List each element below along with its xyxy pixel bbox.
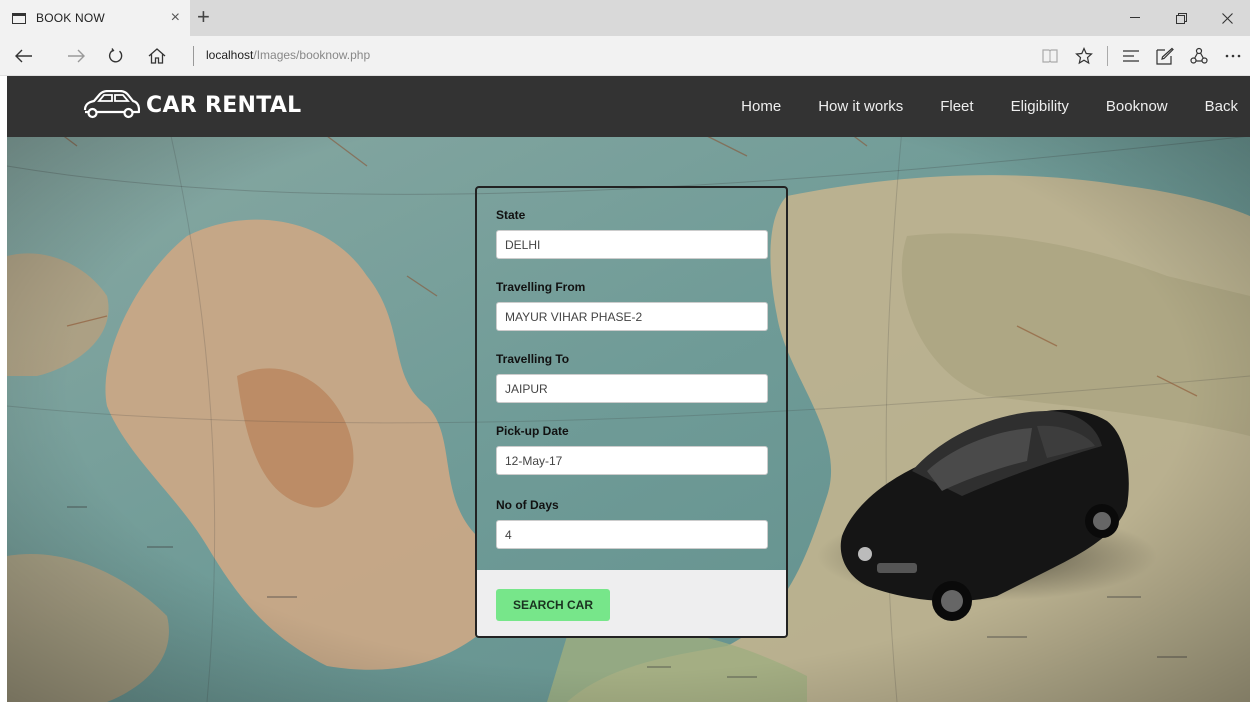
tab-close-icon[interactable]: ×: [171, 9, 180, 27]
site-nav-menu: Home How it works Fleet Eligibility Book…: [741, 76, 1250, 137]
restore-icon[interactable]: [1158, 0, 1204, 36]
web-page: CAR RENTAL Home How it works Fleet Eligi…: [7, 76, 1250, 702]
booking-form-body: State Travelling From Travelling To Pick…: [477, 188, 786, 570]
forward-arrow-icon[interactable]: [64, 44, 88, 68]
booking-form-footer: SEARCH CAR: [477, 570, 786, 636]
url-field[interactable]: localhost/Images/booknow.php: [206, 48, 370, 62]
web-note-icon[interactable]: [1148, 47, 1182, 65]
home-icon[interactable]: [145, 44, 169, 68]
new-tab-icon[interactable]: +: [197, 5, 210, 29]
refresh-icon[interactable]: [104, 44, 128, 68]
browser-toolbar-right: [1033, 36, 1250, 76]
url-path: /Images/booknow.php: [253, 48, 371, 62]
car-logo-icon: [83, 90, 140, 119]
search-car-button[interactable]: SEARCH CAR: [496, 589, 610, 621]
hub-icon[interactable]: [1114, 49, 1148, 63]
state-label: State: [496, 208, 526, 222]
site-navbar: CAR RENTAL Home How it works Fleet Eligi…: [7, 76, 1250, 137]
reading-view-icon[interactable]: [1033, 49, 1067, 63]
state-input[interactable]: [496, 230, 768, 259]
nav-link-how-it-works[interactable]: How it works: [818, 98, 903, 115]
address-separator: [193, 46, 194, 66]
more-options-icon[interactable]: [1216, 54, 1250, 58]
nav-link-home[interactable]: Home: [741, 98, 781, 115]
tab-title: BOOK NOW: [36, 11, 105, 25]
no-of-days-label: No of Days: [496, 498, 559, 512]
booking-form: State Travelling From Travelling To Pick…: [475, 186, 788, 638]
favorite-star-icon[interactable]: [1067, 47, 1101, 65]
travelling-from-input[interactable]: [496, 302, 768, 331]
share-icon[interactable]: [1182, 47, 1216, 65]
nav-link-back[interactable]: Back: [1205, 98, 1238, 115]
browser-tab-active[interactable]: BOOK NOW ×: [0, 0, 190, 36]
tab-page-icon: [12, 12, 26, 24]
travelling-to-input[interactable]: [496, 374, 768, 403]
travelling-from-label: Travelling From: [496, 280, 586, 294]
site-logo[interactable]: CAR RENTAL: [82, 90, 302, 120]
no-of-days-input[interactable]: [496, 520, 768, 549]
pickup-date-input[interactable]: [496, 446, 768, 475]
window-controls: [1112, 0, 1250, 36]
nav-link-eligibility[interactable]: Eligibility: [1011, 98, 1069, 115]
close-window-icon[interactable]: [1204, 0, 1250, 36]
nav-link-fleet[interactable]: Fleet: [940, 98, 973, 115]
pickup-date-label: Pick-up Date: [496, 424, 569, 438]
browser-address-bar: localhost/Images/booknow.php: [0, 36, 1250, 76]
minimize-icon[interactable]: [1112, 0, 1158, 36]
nav-link-booknow[interactable]: Booknow: [1106, 98, 1168, 115]
travelling-to-label: Travelling To: [496, 352, 570, 366]
site-logo-text: CAR RENTAL: [146, 92, 302, 118]
browser-tab-bar: BOOK NOW × +: [0, 0, 1250, 36]
toolbar-separator: [1107, 46, 1108, 66]
back-arrow-icon[interactable]: [12, 44, 36, 68]
url-host: localhost: [206, 48, 254, 62]
